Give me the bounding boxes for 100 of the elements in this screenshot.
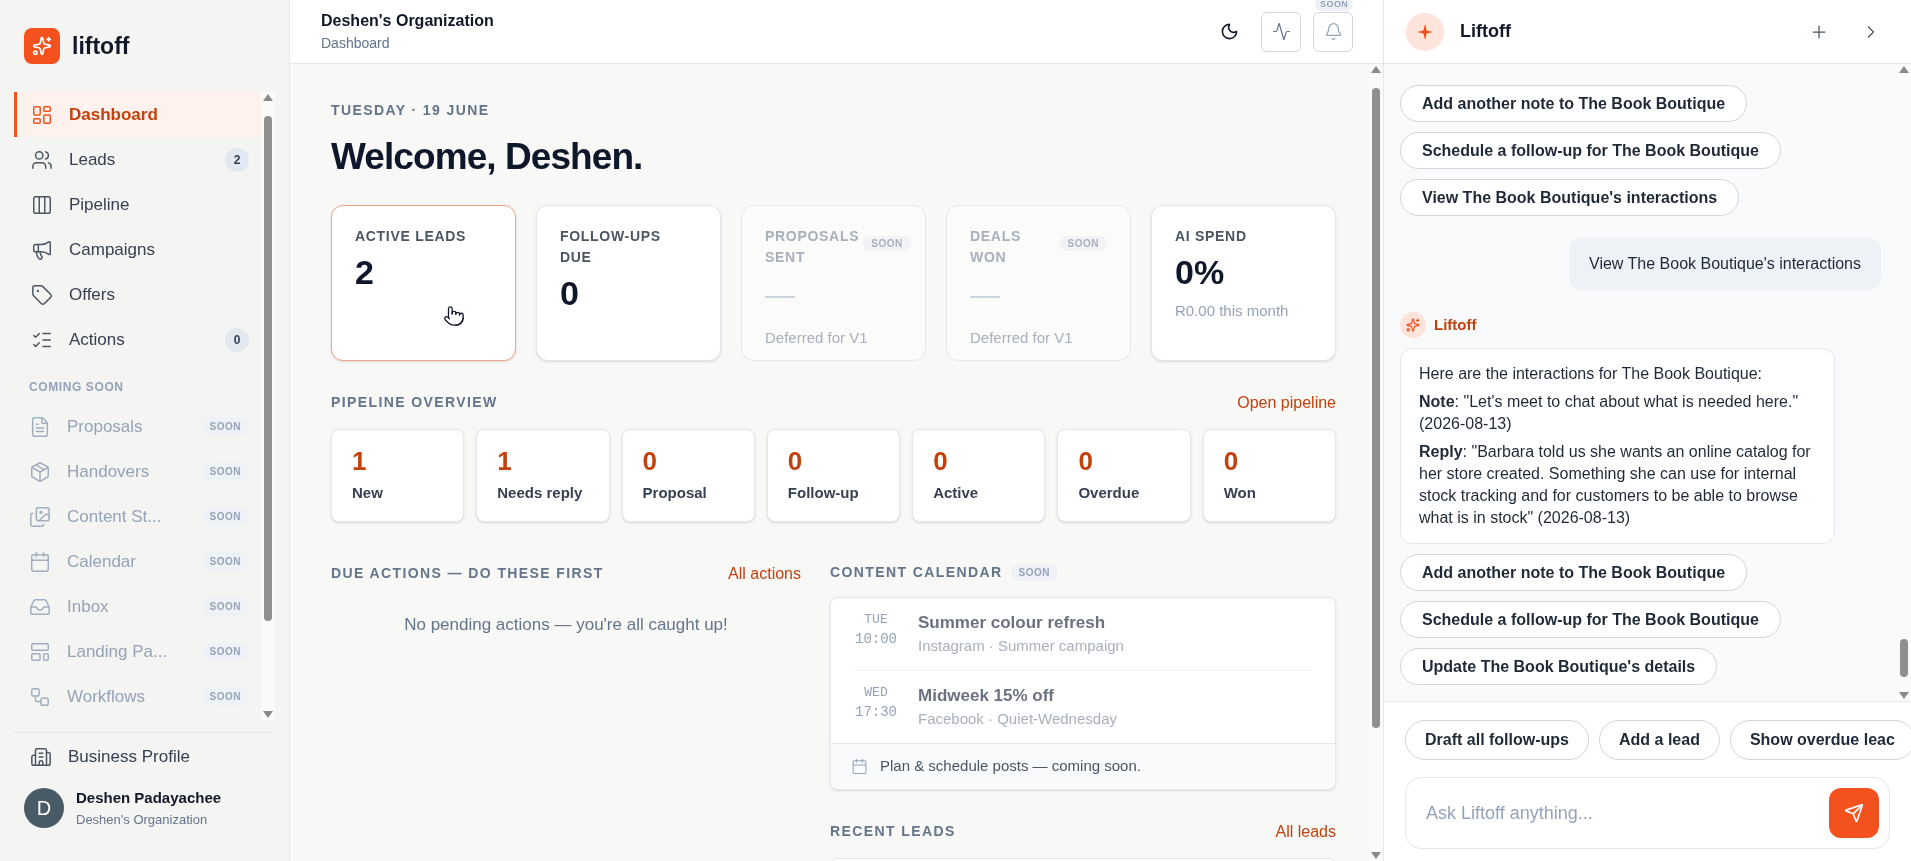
section-link[interactable]: All actions [728, 561, 801, 586]
images-icon [29, 505, 51, 528]
nav-item[interactable]: Actions 0 [14, 317, 261, 362]
stage-label: Needs reply [497, 482, 584, 503]
send-icon [1844, 803, 1864, 823]
nav-item[interactable]: Pipeline [14, 182, 261, 227]
user-name: Deshen Padayachee [76, 788, 222, 808]
calendar-icon [851, 757, 868, 775]
stat-card[interactable]: ACTIVE LEADS 2 [331, 204, 516, 361]
pipeline-stage-card[interactable]: 0 Overdue [1057, 428, 1191, 522]
stat-label: ACTIVE LEADS [355, 226, 467, 246]
pipeline-stage-card[interactable]: 0 Won [1202, 428, 1336, 522]
assistant-title: Liftoff [1460, 20, 1512, 43]
stat-label: PROPOSALS SENT [765, 226, 860, 267]
stat-card[interactable]: AI SPEND 0% R0.00 this month [1151, 204, 1336, 361]
stat-label: AI SPEND [1175, 226, 1247, 246]
quick-action-chip[interactable]: Show overdue leac [1729, 720, 1911, 760]
soon-badge: SOON [1315, 0, 1354, 11]
stat-value: 0 [560, 272, 580, 314]
quick-action-chip[interactable]: Draft all follow-ups [1405, 720, 1589, 760]
post-meta: Instagram · Summer campaign [918, 636, 1124, 656]
pipeline-stage-card[interactable]: 1 New [331, 428, 465, 522]
date-label: TUESDAY · 19 JUNE [331, 101, 491, 120]
nav-item[interactable]: Campaigns [14, 227, 261, 272]
suggestion-chip[interactable]: Schedule a follow-up for The Book Boutique [1400, 601, 1781, 638]
post-meta: Facebook · Quiet-Wednesday [918, 709, 1117, 729]
stat-card[interactable]: FOLLOW-UPS DUE 0 [536, 204, 721, 361]
post-day: WED [864, 682, 888, 702]
nav-item[interactable]: Offers [14, 272, 261, 317]
layout-icon [29, 640, 51, 663]
organization-title: Deshen's Organization [321, 11, 494, 31]
post-title: Summer colour refresh [918, 611, 1107, 634]
suggestion-chip[interactable]: Update The Book Boutique's details [1400, 648, 1718, 685]
stage-label: Active [933, 482, 980, 503]
user-avatar[interactable]: D [24, 788, 64, 828]
suggestion-chip[interactable]: View The Book Boutique's interactions [1400, 179, 1740, 216]
soon-badge: SOON [201, 642, 249, 661]
stage-label: Follow-up [787, 482, 860, 503]
section-link[interactable]: All leads [1275, 819, 1336, 844]
stat-value: 0% [1175, 251, 1226, 293]
notifications-button[interactable] [1313, 11, 1353, 52]
calendar-footer-note: Plan & schedule posts — coming soon. [880, 755, 1141, 776]
soon-badge: SOON [201, 417, 249, 436]
chat-input[interactable]: Ask Liftoff anything... [1405, 777, 1890, 849]
scrollbar[interactable] [1897, 64, 1911, 701]
post-day: TUE [864, 609, 888, 629]
stage-label: Proposal [642, 482, 708, 503]
count-badge: 2 [225, 147, 249, 172]
activity-button[interactable] [1261, 11, 1301, 52]
suggestion-chip[interactable]: Add another note to The Book Boutique [1400, 85, 1748, 122]
section-title: DUE ACTIONS — DO THESE FIRST [331, 564, 604, 583]
megaphone-icon [31, 238, 53, 261]
stat-value: 2 [355, 251, 375, 293]
stage-count: 0 [1223, 444, 1240, 478]
post-time: 17:30 [855, 703, 897, 722]
stat-value: — [970, 276, 1001, 313]
columns-icon [31, 193, 53, 216]
pipeline-stage-card[interactable]: 0 Follow-up [766, 428, 901, 522]
workflow-icon [29, 685, 51, 708]
soon-badge: SOON [201, 552, 249, 571]
stat-caption: Deferred for V1 [765, 327, 869, 348]
section-link[interactable]: Open pipeline [1237, 390, 1336, 415]
stage-label: New [352, 482, 384, 503]
nav-item[interactable]: Business Profile [0, 733, 289, 781]
user-message: View The Book Boutique's interactions [1569, 238, 1881, 290]
message-paragraph: Here are the interactions for The Book Boutique: [1419, 364, 1763, 384]
quick-action-chip[interactable]: Add a lead [1599, 720, 1720, 760]
pipeline-stage-card[interactable]: 0 Active [912, 428, 1046, 522]
section-title: CONTENT CALENDAR [830, 562, 1003, 582]
assistant-avatar-icon [1400, 312, 1426, 338]
pipeline-stage-card[interactable]: 0 Proposal [621, 428, 755, 522]
moon-icon [1219, 22, 1239, 41]
scrollbar[interactable] [261, 92, 275, 720]
suggestion-chip[interactable]: Schedule a follow-up for The Book Boutique [1400, 132, 1781, 169]
section-label: COMING SOON [28, 379, 125, 396]
message-paragraph: Reply: "Barbara told us she wants an online catalog for her store created. Something she can use for internal stock tracking and for customers to be able to browse what is in stock" (2026-08-13) [1419, 442, 1812, 528]
message-author: Liftoff [1434, 314, 1477, 335]
activity-icon [1271, 22, 1291, 41]
stage-label: Won [1223, 482, 1257, 503]
soon-badge: SOON [201, 462, 249, 481]
nav-item[interactable]: Dashboard [14, 92, 261, 137]
welcome-heading: Welcome, Deshen. [331, 135, 644, 179]
stat-value: — [765, 276, 796, 313]
stage-count: 0 [642, 444, 659, 478]
scrollbar[interactable] [1369, 64, 1383, 861]
empty-state-message: No pending actions — you're all caught up! [403, 613, 729, 636]
message-paragraph: Note: "Let's meet to chat about what is needed here." (2026-08-13) [1419, 392, 1800, 434]
dashboard-icon [31, 103, 53, 126]
count-badge: 0 [225, 327, 249, 352]
send-button[interactable] [1829, 788, 1879, 838]
suggestion-chip[interactable]: Add another note to The Book Boutique [1400, 554, 1748, 591]
stat-caption: Deferred for V1 [970, 327, 1074, 348]
organization-name: Deshen's Organization [76, 810, 209, 829]
hand-cursor-icon [443, 304, 465, 327]
post-time: 10:00 [855, 630, 897, 649]
users-icon [31, 148, 53, 171]
soon-badge: SOON [201, 687, 249, 706]
message-input[interactable]: Ask Liftoff anything... [1426, 799, 1829, 827]
pipeline-stage-card[interactable]: 1 Needs reply [476, 428, 610, 522]
nav-item[interactable]: Leads 2 [14, 137, 261, 182]
